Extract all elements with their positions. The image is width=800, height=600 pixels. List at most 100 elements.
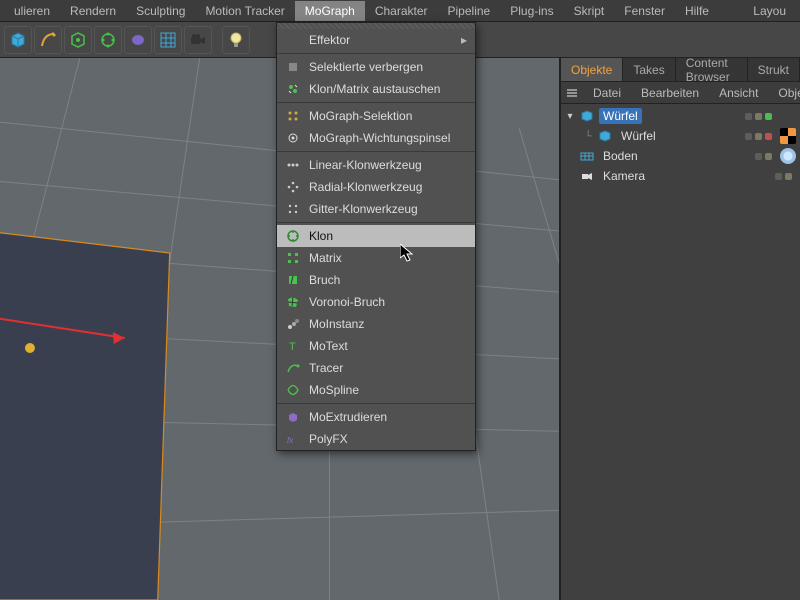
pen-spline-icon[interactable] bbox=[34, 26, 62, 54]
moinstance-icon bbox=[285, 316, 301, 332]
camera-object-icon bbox=[579, 168, 595, 184]
panel-tabs: Objekte Takes Content Browser Strukt bbox=[561, 58, 800, 82]
menu-item-effector[interactable]: Effektor ▸ bbox=[277, 29, 475, 51]
primitive-cube-icon[interactable] bbox=[4, 26, 32, 54]
menu-item-label: Voronoi-Bruch bbox=[309, 295, 385, 309]
visibility-dots[interactable] bbox=[745, 113, 772, 120]
light-bulb-icon[interactable] bbox=[222, 26, 250, 54]
matrix-icon bbox=[285, 250, 301, 266]
object-tree[interactable]: ▾ Würfel └ Würfel Boden bbox=[561, 104, 800, 600]
menu-item-mospline[interactable]: MoSpline bbox=[277, 379, 475, 401]
menu-item-linear-clone-tool[interactable]: Linear-Klonwerkzeug bbox=[277, 154, 475, 176]
submenu-view[interactable]: Ansicht bbox=[709, 83, 768, 103]
cloner-icon bbox=[285, 228, 301, 244]
panel-subbar: Datei Bearbeiten Ansicht Objekte bbox=[561, 82, 800, 104]
menu-item-radial-clone-tool[interactable]: Radial-Klonwerkzeug bbox=[277, 176, 475, 198]
menu-item-moextrude[interactable]: MoExtrudieren bbox=[277, 406, 475, 428]
environment-floor-icon[interactable] bbox=[154, 26, 182, 54]
menu-item-label: Gitter-Klonwerkzeug bbox=[309, 202, 418, 216]
object-label[interactable]: Würfel bbox=[599, 108, 642, 124]
menu-item-voronoi-fracture[interactable]: Voronoi-Bruch bbox=[277, 291, 475, 313]
linear-icon bbox=[285, 157, 301, 173]
hide-icon bbox=[285, 59, 301, 75]
submenu-objects[interactable]: Objekte bbox=[768, 83, 800, 103]
menu-script[interactable]: Skript bbox=[564, 1, 615, 21]
menu-plugins[interactable]: Plug-ins bbox=[500, 1, 563, 21]
menu-item-label: Effektor bbox=[309, 33, 350, 47]
menu-render[interactable]: Rendern bbox=[60, 1, 126, 21]
menu-motion-tracker[interactable]: Motion Tracker bbox=[195, 1, 294, 21]
menu-item-tracer[interactable]: Tracer bbox=[277, 357, 475, 379]
camera-icon[interactable] bbox=[184, 26, 212, 54]
panel-menu-icon[interactable] bbox=[565, 84, 579, 102]
tracer-icon bbox=[285, 360, 301, 376]
menu-item-moinstance[interactable]: MoInstanz bbox=[277, 313, 475, 335]
deformer-bend-icon[interactable] bbox=[124, 26, 152, 54]
menu-layout[interactable]: Layou bbox=[743, 1, 796, 21]
grid-icon bbox=[285, 201, 301, 217]
sky-tag-icon[interactable] bbox=[780, 148, 796, 164]
mospline-icon bbox=[285, 382, 301, 398]
menu-item-label: Tracer bbox=[309, 361, 343, 375]
menu-item-grid-clone-tool[interactable]: Gitter-Klonwerkzeug bbox=[277, 198, 475, 220]
generator-nurbs-icon[interactable] bbox=[64, 26, 92, 54]
svg-text:T: T bbox=[289, 341, 296, 353]
menu-item-label: Matrix bbox=[309, 251, 342, 265]
menu-item-swap-clone-matrix[interactable]: Klon/Matrix austauschen bbox=[277, 78, 475, 100]
polyfx-icon: fx bbox=[285, 431, 301, 447]
menu-pipeline[interactable]: Pipeline bbox=[438, 1, 501, 21]
menu-item-label: Linear-Klonwerkzeug bbox=[309, 158, 422, 172]
menu-window[interactable]: Fenster bbox=[614, 1, 675, 21]
submenu-file[interactable]: Datei bbox=[583, 83, 631, 103]
object-row[interactable]: ▾ Würfel bbox=[561, 106, 800, 126]
visibility-dots[interactable] bbox=[755, 153, 772, 160]
menu-item-hide-selected[interactable]: Selektierte verbergen bbox=[277, 56, 475, 78]
tab-content-browser[interactable]: Content Browser bbox=[676, 58, 748, 81]
swap-icon bbox=[285, 81, 301, 97]
brush-icon bbox=[285, 130, 301, 146]
object-row[interactable]: Boden bbox=[561, 146, 800, 166]
menu-item-label: MoSpline bbox=[309, 383, 359, 397]
menu-item-fracture[interactable]: Bruch bbox=[277, 269, 475, 291]
blank-icon bbox=[285, 32, 301, 48]
tab-structure[interactable]: Strukt bbox=[748, 58, 800, 81]
menu-item-mograph-selection[interactable]: MoGraph-Selektion bbox=[277, 105, 475, 127]
object-label[interactable]: Kamera bbox=[599, 168, 649, 184]
submenu-edit[interactable]: Bearbeiten bbox=[631, 83, 709, 103]
menu-mograph[interactable]: MoGraph bbox=[295, 1, 365, 21]
menu-item-mograph-weight-brush[interactable]: MoGraph-Wichtungspinsel bbox=[277, 127, 475, 149]
menu-item-label: Radial-Klonwerkzeug bbox=[309, 180, 422, 194]
object-label[interactable]: Würfel bbox=[617, 128, 660, 144]
svg-text:fx: fx bbox=[287, 436, 294, 445]
object-label[interactable]: Boden bbox=[599, 148, 642, 164]
menu-item-label: MoInstanz bbox=[309, 317, 364, 331]
cube-object-icon bbox=[597, 128, 613, 144]
submenu-arrow-icon: ▸ bbox=[461, 33, 467, 47]
moextrude-icon bbox=[285, 409, 301, 425]
material-tag-icon[interactable] bbox=[780, 128, 796, 144]
menu-sculpting[interactable]: Sculpting bbox=[126, 1, 195, 21]
visibility-dots[interactable] bbox=[775, 173, 792, 180]
menu-help[interactable]: Hilfe bbox=[675, 1, 719, 21]
visibility-dots[interactable] bbox=[745, 133, 772, 140]
object-row[interactable]: Kamera bbox=[561, 166, 800, 186]
menu-item-label: Klon/Matrix austauschen bbox=[309, 82, 440, 96]
object-row[interactable]: └ Würfel bbox=[561, 126, 800, 146]
tab-objects[interactable]: Objekte bbox=[561, 58, 623, 81]
menu-item-label: MoGraph-Selektion bbox=[309, 109, 412, 123]
menu-item-cloner[interactable]: Klon bbox=[277, 225, 475, 247]
deformer-array-icon[interactable] bbox=[94, 26, 122, 54]
menu-simulate[interactable]: ulieren bbox=[4, 1, 60, 21]
menu-item-matrix[interactable]: Matrix bbox=[277, 247, 475, 269]
menu-character[interactable]: Charakter bbox=[365, 1, 438, 21]
menu-item-polyfx[interactable]: fx PolyFX bbox=[277, 428, 475, 450]
mgselect-icon bbox=[285, 108, 301, 124]
tab-takes[interactable]: Takes bbox=[623, 58, 675, 81]
cube-object-icon bbox=[579, 108, 595, 124]
menu-item-label: MoText bbox=[309, 339, 348, 353]
tag-slot[interactable] bbox=[780, 108, 796, 124]
menu-item-motext[interactable]: T MoText bbox=[277, 335, 475, 357]
tree-branch-icon: └ bbox=[583, 131, 593, 142]
menu-item-label: Bruch bbox=[309, 273, 340, 287]
tree-toggle-icon[interactable]: ▾ bbox=[565, 111, 575, 122]
